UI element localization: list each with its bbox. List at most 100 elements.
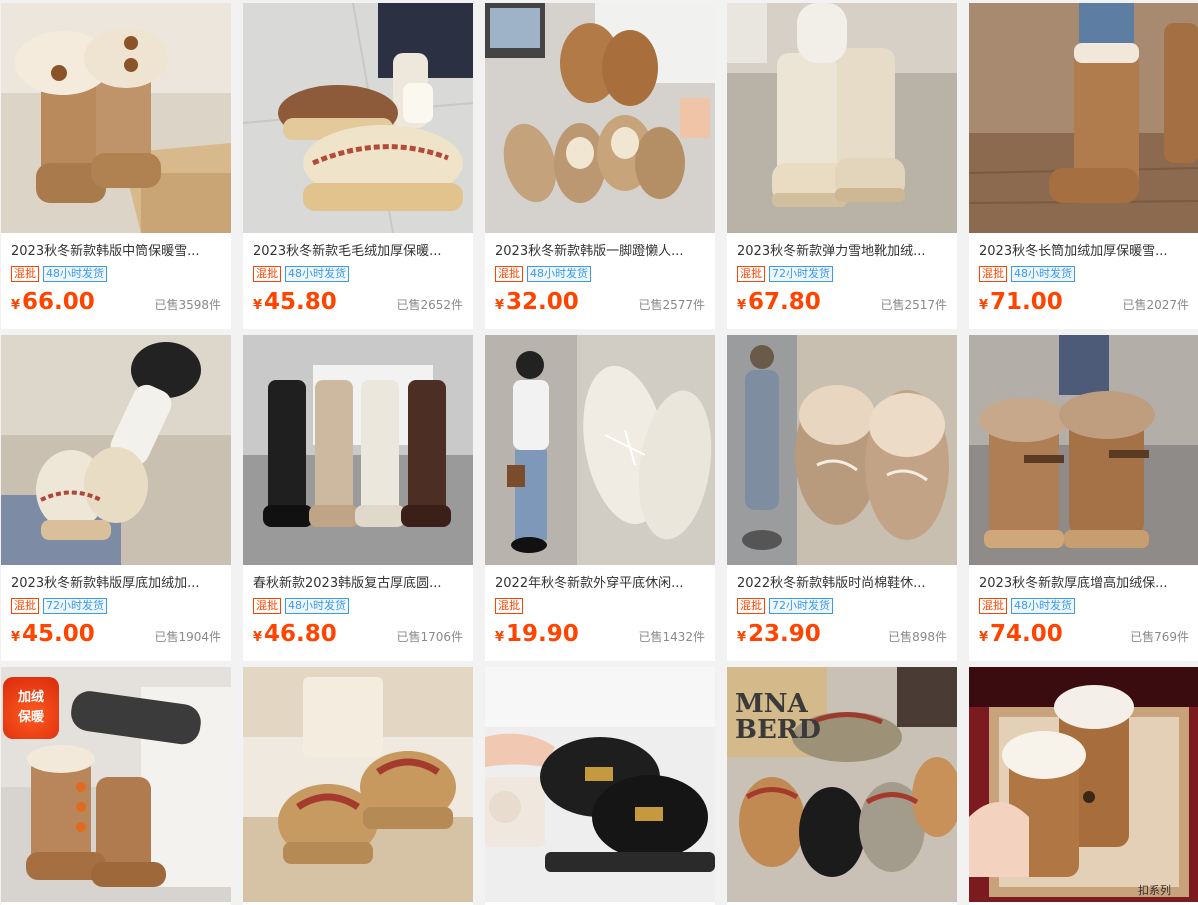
currency-symbol: ¥: [495, 298, 505, 313]
product-title[interactable]: 2023秋冬新款厚底增高加绒保...: [979, 573, 1189, 595]
product-title[interactable]: 2023秋冬长筒加绒加厚保暖雪...: [979, 241, 1189, 263]
product-tags: 混批 48小时发货: [11, 265, 221, 283]
currency-symbol: ¥: [11, 630, 21, 645]
shipping-time-tag: 48小时发货: [285, 598, 349, 614]
mixed-batch-tag: 混批: [737, 266, 765, 282]
product-card[interactable]: 2023秋冬新款毛毛绒加厚保暖... 混批 48小时发货 ¥45.80 已售26…: [243, 3, 473, 329]
product-image-fur-loafers[interactable]: [485, 335, 715, 565]
product-card[interactable]: 2023秋冬新款弹力雪地靴加绒... 混批 72小时发货 ¥67.80 已售25…: [727, 3, 957, 329]
product-image-knee-high-boots[interactable]: [969, 3, 1198, 233]
product-price: ¥45.80: [253, 289, 337, 315]
shipping-time-tag: 48小时发货: [1011, 598, 1075, 614]
product-image-button-boots[interactable]: 加绒 保暖: [1, 667, 231, 902]
product-title[interactable]: 2023秋冬新款毛毛绒加厚保暖...: [253, 241, 463, 263]
product-image-boots-in-box[interactable]: 扣系列: [969, 667, 1198, 902]
sold-count: 已售898件: [888, 630, 947, 644]
product-card[interactable]: 2023秋冬新款厚底增高加绒保... 混批 48小时发货 ¥74.00 已售76…: [969, 335, 1198, 661]
product-card[interactable]: [485, 667, 715, 905]
product-card[interactable]: [243, 667, 473, 905]
product-image-platform-slippers[interactable]: [1, 335, 231, 565]
price-amount: 74.00: [990, 621, 1063, 647]
product-price: ¥23.90: [737, 621, 821, 647]
sold-count: 已售3598件: [154, 298, 221, 312]
brand-text-line-2: BERD: [735, 715, 821, 745]
product-tags: 混批: [495, 597, 705, 615]
currency-symbol: ¥: [979, 630, 989, 645]
product-image-fur-moccasins[interactable]: [727, 335, 957, 565]
sold-count: 已售1904件: [154, 630, 221, 644]
product-tags: 混批 72小时发货: [11, 597, 221, 615]
price-row: ¥71.00 已售2027件: [979, 289, 1189, 319]
product-card[interactable]: 扣系列: [969, 667, 1198, 905]
currency-symbol: ¥: [253, 298, 263, 313]
product-image-fluffy-slippers[interactable]: [243, 3, 473, 233]
brand-text-line-1: MNA: [735, 689, 808, 719]
product-title[interactable]: 2022年秋冬新款外穿平底休闲...: [495, 573, 705, 595]
product-image-knit-snow-boots[interactable]: [727, 3, 957, 233]
shipping-time-tag: 72小时发货: [769, 598, 833, 614]
product-tags: 混批 48小时发货: [495, 265, 705, 283]
product-title[interactable]: 2023秋冬新款韩版中筒保暖雪...: [11, 241, 221, 263]
price-amount: 66.00: [22, 289, 95, 315]
product-card[interactable]: 2023秋冬新款韩版中筒保暖雪... 混批 48小时发货 ¥66.00 已售35…: [1, 3, 231, 329]
mixed-batch-tag: 混批: [979, 266, 1007, 282]
mixed-batch-tag: 混批: [495, 598, 523, 614]
product-price: ¥32.00: [495, 289, 579, 315]
price-amount: 19.90: [506, 621, 579, 647]
product-card[interactable]: 2023秋冬新款韩版一脚蹬懒人... 混批 48小时发货 ¥32.00 已售25…: [485, 3, 715, 329]
price-row: ¥19.90 已售1432件: [495, 621, 705, 651]
mixed-batch-tag: 混批: [253, 266, 281, 282]
product-tags: 混批 72小时发货: [737, 265, 947, 283]
product-title[interactable]: 2023秋冬新款弹力雪地靴加绒...: [737, 241, 947, 263]
currency-symbol: ¥: [253, 630, 263, 645]
product-title[interactable]: 2022秋冬新款韩版时尚棉鞋休...: [737, 573, 947, 595]
product-card[interactable]: 春秋新款2023韩版复古厚底圆... 混批 48小时发货 ¥46.80 已售17…: [243, 335, 473, 661]
product-title[interactable]: 春秋新款2023韩版复古厚底圆...: [253, 573, 463, 595]
box-label-text: 扣系列: [1138, 884, 1171, 897]
product-card[interactable]: MNA BERD: [727, 667, 957, 905]
product-price: ¥67.80: [737, 289, 821, 315]
product-image-tasman-slippers[interactable]: [243, 667, 473, 902]
product-image-tall-boots[interactable]: [1, 3, 231, 233]
product-price: ¥74.00: [979, 621, 1063, 647]
price-row: ¥32.00 已售2577件: [495, 289, 705, 319]
product-image-tasman-colors[interactable]: MNA BERD: [727, 667, 957, 902]
product-image-platform-fur-boots[interactable]: [969, 335, 1198, 565]
currency-symbol: ¥: [979, 298, 989, 313]
price-amount: 46.80: [264, 621, 337, 647]
currency-symbol: ¥: [737, 630, 747, 645]
product-price: ¥45.00: [11, 621, 95, 647]
sold-count: 已售769件: [1130, 630, 1189, 644]
product-image-riding-boots[interactable]: [243, 335, 473, 565]
product-card[interactable]: 2023秋冬新款韩版厚底加绒加... 混批 72小时发货 ¥45.00 已售19…: [1, 335, 231, 661]
product-image-black-loafers[interactable]: [485, 667, 715, 902]
product-title[interactable]: 2023秋冬新款韩版厚底加绒加...: [11, 573, 221, 595]
product-tags: 混批 72小时发货: [737, 597, 947, 615]
price-amount: 32.00: [506, 289, 579, 315]
product-card[interactable]: 2022年秋冬新款外穿平底休闲... 混批 ¥19.90 已售1432件: [485, 335, 715, 661]
price-amount: 45.80: [264, 289, 337, 315]
price-amount: 23.90: [748, 621, 821, 647]
product-title[interactable]: 2023秋冬新款韩版一脚蹬懒人...: [495, 241, 705, 263]
product-card[interactable]: 加绒 保暖: [1, 667, 231, 905]
price-row: ¥23.90 已售898件: [737, 621, 947, 651]
product-card[interactable]: 2022秋冬新款韩版时尚棉鞋休... 混批 72小时发货 ¥23.90 已售89…: [727, 335, 957, 661]
sold-count: 已售2577件: [638, 298, 705, 312]
price-row: ¥45.00 已售1904件: [11, 621, 221, 651]
product-image-suede-loafers[interactable]: [485, 3, 715, 233]
price-row: ¥74.00 已售769件: [979, 621, 1189, 651]
product-card[interactable]: 2023秋冬长筒加绒加厚保暖雪... 混批 48小时发货 ¥71.00 已售20…: [969, 3, 1198, 329]
mixed-batch-tag: 混批: [495, 266, 523, 282]
sold-count: 已售2027件: [1122, 298, 1189, 312]
mixed-batch-tag: 混批: [11, 598, 39, 614]
shipping-time-tag: 48小时发货: [43, 266, 107, 282]
product-tags: 混批 48小时发货: [253, 597, 463, 615]
price-row: ¥67.80 已售2517件: [737, 289, 947, 319]
price-row: ¥45.80 已售2652件: [253, 289, 463, 319]
product-price: ¥66.00: [11, 289, 95, 315]
mixed-batch-tag: 混批: [253, 598, 281, 614]
shipping-time-tag: 72小时发货: [43, 598, 107, 614]
product-tags: 混批 48小时发货: [979, 265, 1189, 283]
shipping-time-tag: 48小时发货: [1011, 266, 1075, 282]
mixed-batch-tag: 混批: [737, 598, 765, 614]
